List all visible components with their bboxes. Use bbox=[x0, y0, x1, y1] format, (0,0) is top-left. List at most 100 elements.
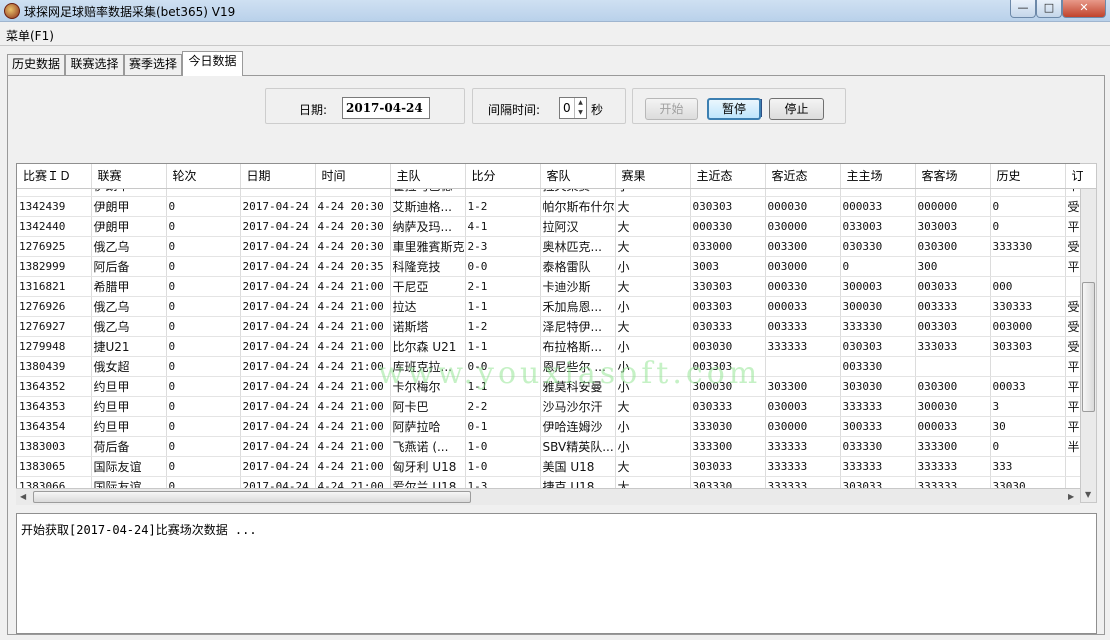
minimize-button[interactable]: — bbox=[1010, 0, 1036, 18]
cell-match-id: 1382999 bbox=[17, 256, 92, 277]
cell-history bbox=[990, 356, 1066, 377]
column-header-match-id[interactable]: 比赛ＩＤ bbox=[17, 164, 92, 189]
cell-result: 小 bbox=[615, 336, 691, 357]
column-header-away-form[interactable]: 客近态 bbox=[765, 164, 841, 189]
table-row[interactable]: 1342439 伊朗甲 0 2017-04-24 4-24 20:30 艾斯迪格... 1-… bbox=[17, 196, 1096, 217]
cell-home-home: 333330 bbox=[840, 316, 916, 337]
column-header-history[interactable]: 历史 bbox=[990, 164, 1066, 189]
cell-away-team: 美国 U18 bbox=[540, 456, 616, 477]
cell-time: 4-24 21:00 bbox=[315, 276, 391, 297]
cell-history: 00033 bbox=[990, 376, 1066, 397]
start-button[interactable]: 开始 bbox=[645, 98, 698, 120]
table-row[interactable]: 1364354 约旦甲 0 2017-04-24 4-24 21:00 阿萨拉哈 0-1 伊哈… bbox=[17, 416, 1096, 437]
tab-today-data[interactable]: 今日数据 bbox=[182, 51, 243, 76]
tab-league-select[interactable]: 联赛选择 bbox=[65, 54, 124, 75]
cell-away-away: 300030 bbox=[915, 396, 991, 417]
cell-away-form bbox=[765, 356, 841, 377]
cell-away-team: 恩尼些尔 ... bbox=[540, 356, 616, 377]
table-row[interactable]: 1383065 国际友谊 0 2017-04-24 4-24 21:00 匈牙利 U18 1… bbox=[17, 456, 1096, 477]
cell-home-team: 車里雅賓斯克 bbox=[390, 236, 466, 257]
cell-home-form: 030333 bbox=[690, 316, 766, 337]
cell-score: 0-1 bbox=[465, 416, 541, 437]
column-header-away-team[interactable]: 客队 bbox=[540, 164, 616, 189]
cell-league: 荷后备 bbox=[91, 436, 167, 457]
cell-result: 大 bbox=[615, 316, 691, 337]
stop-button[interactable]: 停止 bbox=[769, 98, 824, 120]
column-header-home-team[interactable]: 主队 bbox=[390, 164, 466, 189]
cell-date: 2017-04-24 bbox=[240, 276, 316, 297]
table-row[interactable]: 1380439 俄女超 0 2017-04-24 4-24 21:00 库班克拉... 0-… bbox=[17, 356, 1096, 377]
table-row[interactable]: 1342440 伊朗甲 0 2017-04-24 4-24 20:30 纳萨及玛... 4-… bbox=[17, 216, 1096, 237]
cell-match-id: 1279948 bbox=[17, 336, 92, 357]
column-header-result[interactable]: 赛果 bbox=[615, 164, 691, 189]
cell-away-away bbox=[915, 356, 991, 377]
interval-spinner[interactable]: 0 ▲ ▼ bbox=[559, 97, 587, 119]
column-header-home-home[interactable]: 主主场 bbox=[840, 164, 916, 189]
cell-score: 2-1 bbox=[465, 276, 541, 297]
scroll-down-icon[interactable]: ▼ bbox=[1085, 490, 1091, 499]
table-row[interactable]: 1364353 约旦甲 0 2017-04-24 4-24 21:00 阿卡巴 2-2 沙马沙… bbox=[17, 396, 1096, 417]
table-row[interactable]: 1364352 约旦甲 0 2017-04-24 4-24 21:00 卡尔梅尔 1-1 雅莫… bbox=[17, 376, 1096, 397]
cell-date: 2017-04-24 bbox=[240, 256, 316, 277]
match-data-table[interactable]: 1342438伊朗甲02017-04-244-24 20:30霍拉马巴德1-1拉… bbox=[16, 163, 1097, 503]
table-row[interactable]: 1276927 俄乙乌 0 2017-04-24 4-24 21:00 诺斯塔 1-2 泽尼特… bbox=[17, 316, 1096, 337]
vertical-scrollbar[interactable]: ▲ ▼ bbox=[1080, 163, 1097, 503]
pause-button[interactable]: 暂停 bbox=[707, 98, 761, 120]
cell-round: 0 bbox=[166, 336, 241, 357]
vertical-scroll-thumb[interactable] bbox=[1082, 282, 1095, 412]
cell-match-id: 1364354 bbox=[17, 416, 92, 437]
cell-home-team: 艾斯迪格... bbox=[390, 196, 466, 217]
cell-time: 4-24 21:00 bbox=[315, 316, 391, 337]
cell-time: 4-24 21:00 bbox=[315, 296, 391, 317]
column-header-league[interactable]: 联赛 bbox=[91, 164, 167, 189]
date-picker[interactable]: 2017-04-24 bbox=[342, 97, 762, 119]
cell-round: 0 bbox=[166, 296, 241, 317]
cell-result: 大 bbox=[615, 216, 691, 237]
column-header-score[interactable]: 比分 bbox=[465, 164, 541, 189]
column-header-time[interactable]: 时间 bbox=[315, 164, 391, 189]
horizontal-scrollbar[interactable]: ◀ ▶ bbox=[16, 488, 1080, 505]
cell-date: 2017-04-24 bbox=[240, 316, 316, 337]
cell-time: 4-24 21:00 bbox=[315, 396, 391, 417]
column-header-extra[interactable]: 订 bbox=[1065, 164, 1096, 189]
cell-home-form: 003303 bbox=[690, 356, 766, 377]
scroll-right-icon[interactable]: ▶ bbox=[1068, 492, 1074, 501]
table-row[interactable]: 1316821 希腊甲 0 2017-04-24 4-24 21:00 干尼亞 2-1 卡迪沙… bbox=[17, 276, 1096, 297]
cell-away-team: 卡迪沙斯 bbox=[540, 276, 616, 297]
cell-away-team: 沙马沙尔汗 bbox=[540, 396, 616, 417]
table-row[interactable]: 1279948 捷U21 0 2017-04-24 4-24 21:00 比尔森 U21 1… bbox=[17, 336, 1096, 357]
column-header-home-form[interactable]: 主近态 bbox=[690, 164, 766, 189]
column-header-away-away[interactable]: 客客场 bbox=[915, 164, 991, 189]
cell-home-home: 033330 bbox=[840, 436, 916, 457]
column-header-round[interactable]: 轮次 bbox=[166, 164, 241, 189]
cell-league: 捷U21 bbox=[91, 336, 167, 357]
table-row[interactable]: 1382999 阿后备 0 2017-04-24 4-24 20:35 科隆竞技 0-0 泰格… bbox=[17, 256, 1096, 277]
menu-item-main[interactable]: 菜单(F1) bbox=[6, 27, 54, 44]
cell-round: 0 bbox=[166, 396, 241, 417]
cell-time: 4-24 20:30 bbox=[315, 216, 391, 237]
scroll-left-icon[interactable]: ◀ bbox=[20, 492, 26, 501]
column-header-date[interactable]: 日期 bbox=[240, 164, 316, 189]
cell-home-home: 0 bbox=[840, 256, 916, 277]
cell-home-team: 阿萨拉哈 bbox=[390, 416, 466, 437]
tab-season-select[interactable]: 赛季选择 bbox=[124, 54, 182, 75]
cell-score: 1-0 bbox=[465, 436, 541, 457]
table-row[interactable]: 1276925 俄乙乌 0 2017-04-24 4-24 20:30 車里雅賓斯克 2-3… bbox=[17, 236, 1096, 257]
cell-match-id: 1316821 bbox=[17, 276, 92, 297]
cell-away-form: 333333 bbox=[765, 436, 841, 457]
cell-history: 0 bbox=[990, 436, 1066, 457]
cell-away-team: 伊哈连姆沙 bbox=[540, 416, 616, 437]
table-row[interactable]: 1276926 俄乙乌 0 2017-04-24 4-24 21:00 拉达 1-1 禾加烏恩… bbox=[17, 296, 1096, 317]
log-line: 开始获取[2017-04-24]比赛场次数据 ... bbox=[21, 523, 257, 537]
maximize-button[interactable]: □ bbox=[1036, 0, 1062, 18]
horizontal-scroll-thumb[interactable] bbox=[33, 491, 471, 503]
spinner-arrows-icon[interactable]: ▲ ▼ bbox=[574, 98, 586, 118]
close-button[interactable]: ✕ bbox=[1062, 0, 1106, 18]
tab-history-data[interactable]: 历史数据 bbox=[7, 54, 65, 75]
cell-match-id: 1276926 bbox=[17, 296, 92, 317]
cell-home-form: 333300 bbox=[690, 436, 766, 457]
cell-home-home: 303030 bbox=[840, 376, 916, 397]
log-output[interactable]: 开始获取[2017-04-24]比赛场次数据 ... bbox=[16, 513, 1097, 634]
cell-date: 2017-04-24 bbox=[240, 376, 316, 397]
table-row[interactable]: 1383003 荷后备 0 2017-04-24 4-24 21:00 飞燕诺 (... 1… bbox=[17, 436, 1096, 457]
